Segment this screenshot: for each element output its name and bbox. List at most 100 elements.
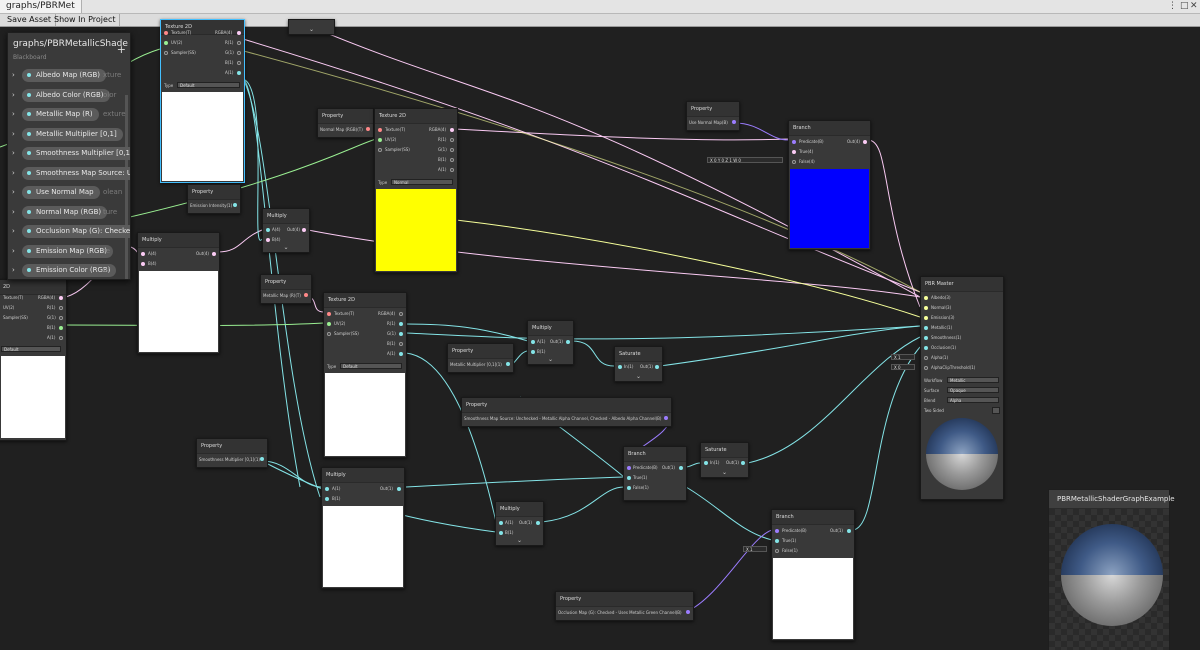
expand-arrow-icon[interactable]: › xyxy=(12,149,15,157)
port-emission[interactable] xyxy=(924,316,928,320)
blackboard-property-row[interactable]: › Albedo Color (RGB) olor xyxy=(11,88,127,104)
port-r[interactable] xyxy=(399,322,403,326)
graph-canvas[interactable]: Texture 2D Texture(T) UV(2) Sampler(SS) … xyxy=(0,19,1200,650)
port-sampler[interactable] xyxy=(378,148,382,152)
port-predicate[interactable] xyxy=(627,466,631,470)
multiply-node-metallic[interactable]: Multiply A(1) B(1) Out(1) ⌄ xyxy=(527,320,574,365)
port-a[interactable] xyxy=(531,340,535,344)
type-dropdown[interactable]: Default xyxy=(340,363,402,369)
port-r[interactable] xyxy=(450,138,454,142)
port-out[interactable] xyxy=(863,140,867,144)
port-rgba[interactable] xyxy=(450,128,454,132)
port-b[interactable] xyxy=(499,531,503,535)
port-true[interactable] xyxy=(792,150,796,154)
expand-arrow-icon[interactable]: › xyxy=(12,110,15,118)
port-sampler[interactable] xyxy=(327,332,331,336)
port-b[interactable] xyxy=(141,262,145,266)
main-preview-viewport[interactable] xyxy=(1049,509,1169,650)
type-dropdown[interactable]: Default xyxy=(1,346,61,352)
property-node-occlusion[interactable]: Property Occlusion Map (G): Checked - Us… xyxy=(555,591,694,621)
property-pill[interactable]: Metallic Map (R) xyxy=(22,108,99,121)
port-albedo[interactable] xyxy=(924,296,928,300)
port-false[interactable] xyxy=(627,486,631,490)
port-out[interactable] xyxy=(732,120,736,124)
port-false[interactable] xyxy=(775,549,779,553)
port-g[interactable] xyxy=(450,148,454,152)
property-node-use-normal-map[interactable]: Property Use Normal Map(B) xyxy=(686,101,740,131)
port-alpha-clip[interactable] xyxy=(924,366,928,370)
port-in[interactable] xyxy=(704,461,708,465)
port-out[interactable] xyxy=(506,362,510,366)
port-true[interactable] xyxy=(775,539,779,543)
clip-default-input[interactable]: X 0 xyxy=(891,364,915,370)
blackboard-property-row[interactable]: › Smoothness Map Source: U xyxy=(11,166,130,182)
branch-node-occlusion[interactable]: Branch Predicate(B) True(1) False(1) Out… xyxy=(771,509,855,641)
port-predicate[interactable] xyxy=(775,529,779,533)
port-out[interactable] xyxy=(679,466,683,470)
port-rgba[interactable] xyxy=(59,296,63,300)
texture2d-node-metallic[interactable]: Texture 2D Texture(T) UV(2) Sampler(SS) … xyxy=(323,292,407,458)
property-node-emission-intensity[interactable]: Property Emission Intensity(1) xyxy=(187,184,241,214)
port-out[interactable] xyxy=(655,365,659,369)
property-node-metallic-map[interactable]: Property Metallic Map (R)(T) xyxy=(260,274,312,304)
property-node-metallic-multiplier[interactable]: Property Metallic Multiplier [0,1](1) xyxy=(447,343,514,373)
port-false[interactable] xyxy=(792,160,796,164)
pbr-master-node[interactable]: PBR Master Albedo(3) Normal(3) Emission(… xyxy=(920,276,1004,500)
port-true[interactable] xyxy=(627,476,631,480)
port-uv[interactable] xyxy=(164,41,168,45)
branch-node-smoothness[interactable]: Branch Predicate(B) True(1) False(1) Out… xyxy=(623,446,687,501)
saturate-node-smoothness[interactable]: Saturate In(1) Out(1) ⌄ xyxy=(700,442,749,478)
port-g[interactable] xyxy=(237,51,241,55)
multiply-node-top[interactable]: ⌄ xyxy=(288,19,335,35)
port-normal[interactable] xyxy=(924,306,928,310)
add-property-button[interactable]: + xyxy=(117,43,126,56)
property-node-normal-map[interactable]: Property Normal Map (RGB)(T) xyxy=(317,108,374,138)
expand-arrow-icon[interactable]: › xyxy=(12,169,15,177)
expand-arrow-icon[interactable]: › xyxy=(12,208,15,216)
port-out[interactable] xyxy=(686,610,690,614)
blackboard-property-row[interactable]: › Normal Map (RGB) ture xyxy=(11,205,127,221)
port-b[interactable] xyxy=(237,61,241,65)
port-out[interactable] xyxy=(302,228,306,232)
blackboard-property-row[interactable]: › Use Normal Map olean xyxy=(11,185,127,201)
main-preview-window[interactable]: PBRMetallicShaderGraphExample xyxy=(1048,489,1175,650)
port-uv[interactable] xyxy=(378,138,382,142)
expand-arrow-icon[interactable]: › xyxy=(12,91,15,99)
port-a[interactable] xyxy=(399,352,403,356)
port-in[interactable] xyxy=(618,365,622,369)
false-default-input[interactable]: X 1 xyxy=(743,546,767,552)
port-a[interactable] xyxy=(237,71,241,75)
expand-icon[interactable]: ⌄ xyxy=(615,373,662,381)
window-tab[interactable]: graphs/PBRMet xyxy=(0,0,82,13)
save-asset-button[interactable]: Save Asset xyxy=(3,14,57,26)
port-uv[interactable] xyxy=(327,322,331,326)
property-pill[interactable]: Albedo Color (RGB) xyxy=(22,88,110,102)
port-out[interactable] xyxy=(260,457,264,461)
port-b[interactable] xyxy=(59,326,63,330)
blackboard-property-row[interactable]: › Occlusion Map (G): Checke xyxy=(11,224,130,240)
port-a[interactable] xyxy=(266,228,270,232)
menu-icon[interactable]: ⋮ xyxy=(1168,1,1177,12)
type-dropdown[interactable]: Normal xyxy=(391,179,453,185)
blend-dropdown[interactable]: Alpha xyxy=(947,397,999,403)
property-pill[interactable]: Use Normal Map xyxy=(22,186,100,199)
maximize-icon[interactable]: □ xyxy=(1180,1,1189,12)
expand-arrow-icon[interactable]: › xyxy=(12,130,15,138)
branch-node-normal[interactable]: Branch Predicate(B) True(4) False(4) Out… xyxy=(788,120,871,250)
port-out[interactable] xyxy=(366,127,370,131)
port-texture[interactable] xyxy=(164,31,168,35)
port-sampler[interactable] xyxy=(164,51,168,55)
port-g[interactable] xyxy=(59,316,63,320)
port-predicate[interactable] xyxy=(792,140,796,144)
blackboard-property-row[interactable]: › Metallic Map (R) exture xyxy=(11,107,127,123)
workflow-dropdown[interactable]: Metallic xyxy=(947,377,999,383)
port-a[interactable] xyxy=(141,252,145,256)
alpha-default-input[interactable]: X 1 xyxy=(891,354,915,360)
port-b[interactable] xyxy=(325,497,329,501)
port-a[interactable] xyxy=(59,336,63,340)
expand-icon[interactable]: ⌄ xyxy=(289,26,334,34)
port-texture[interactable] xyxy=(327,312,331,316)
blackboard-property-row[interactable]: › Smoothness Multiplier [0,1 xyxy=(11,146,130,162)
texture2d-node-top[interactable]: Texture 2D Texture(T) UV(2) Sampler(SS) … xyxy=(160,19,245,183)
port-metallic[interactable] xyxy=(924,326,928,330)
